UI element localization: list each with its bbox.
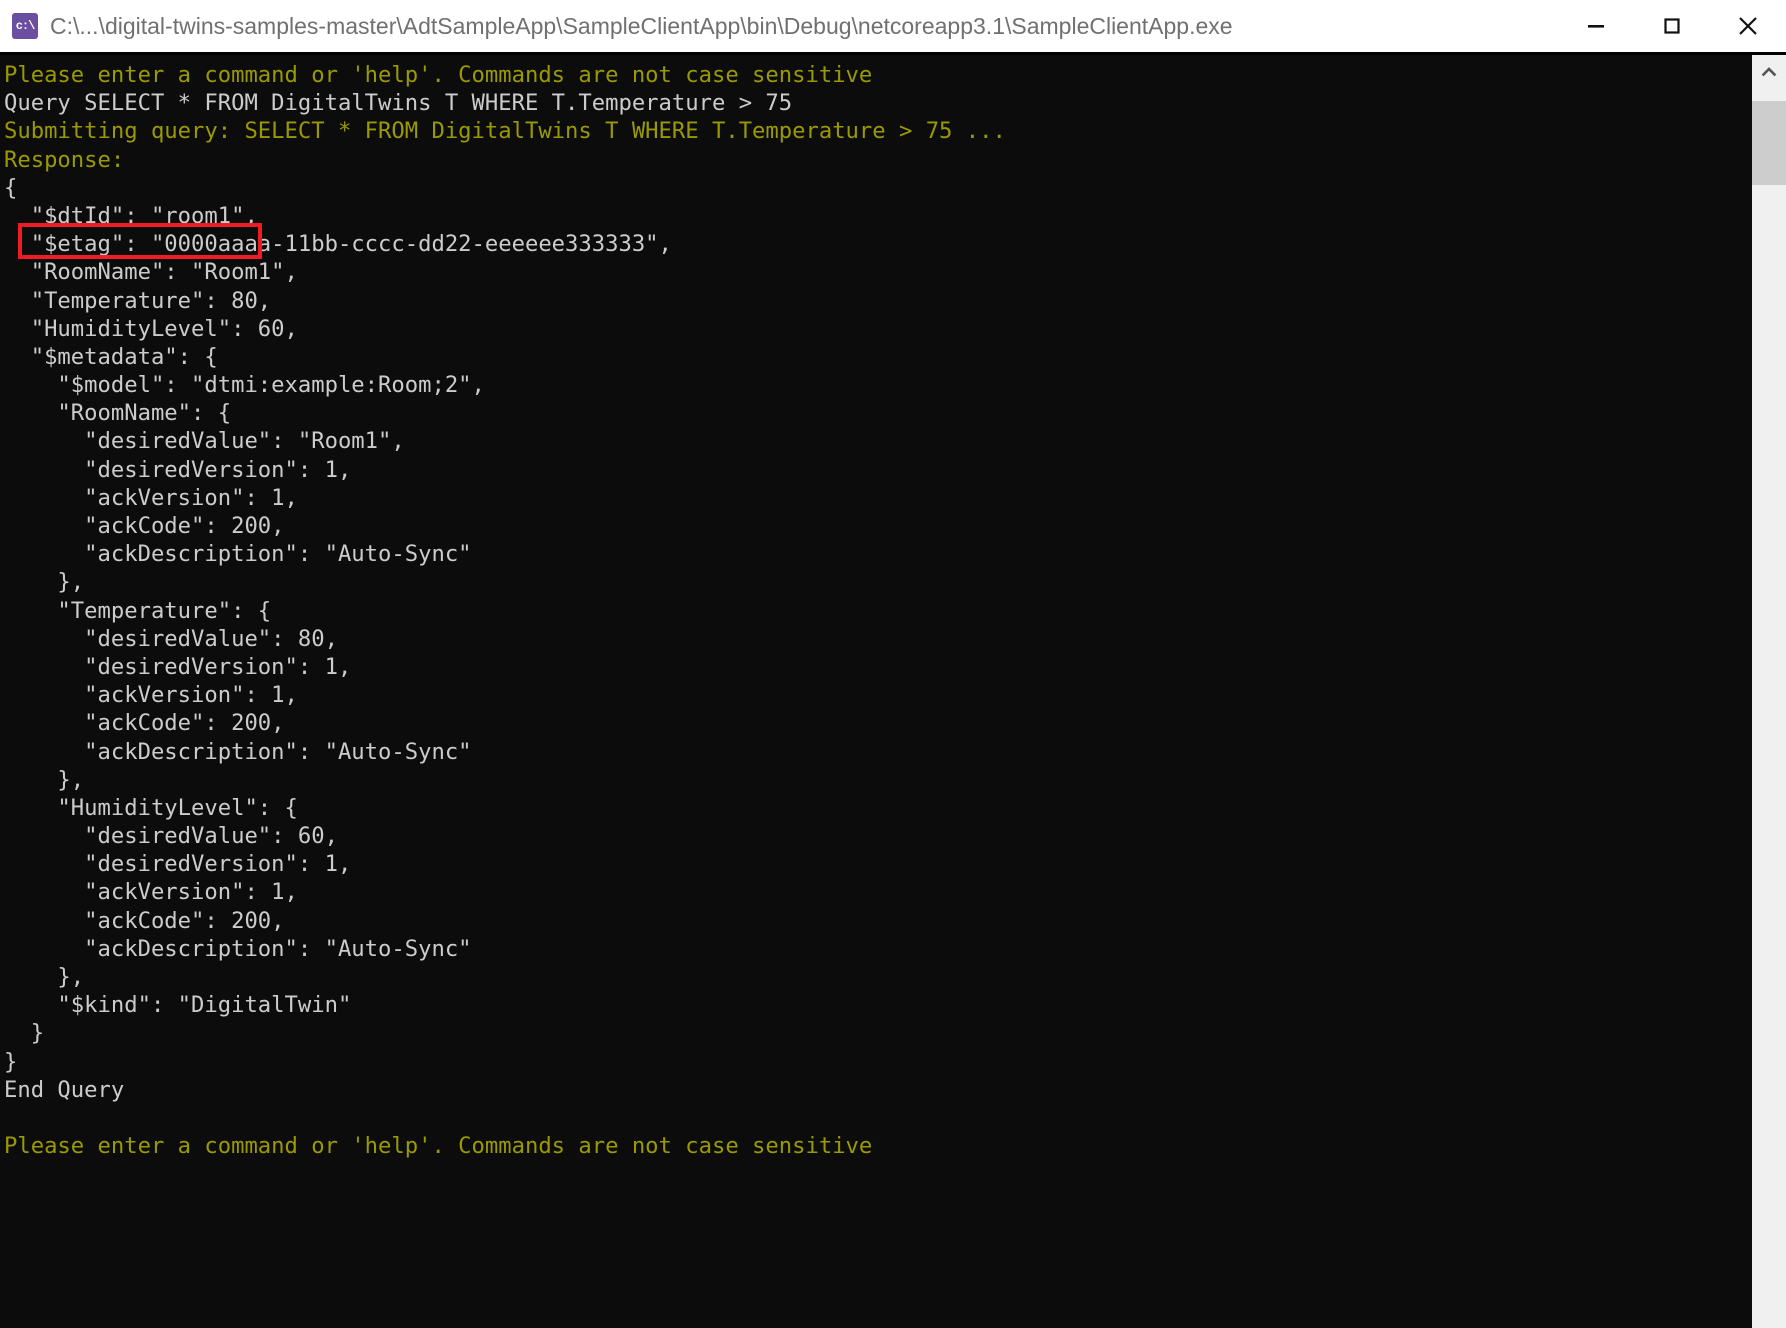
console-line: {	[4, 174, 18, 201]
console-line: "ackCode": 200,	[4, 710, 285, 737]
console-line: },	[4, 964, 85, 990]
console-line: "desiredVersion": 1,	[4, 851, 352, 878]
console-line: },	[4, 766, 85, 793]
console-line: "ackDescription": "Auto-Sync"	[4, 541, 472, 568]
console-line: Please enter a command or 'help'. Comman…	[4, 1133, 873, 1160]
console-line: "desiredValue": 80,	[4, 625, 338, 652]
console-line: "desiredValue": "Room1",	[4, 428, 405, 455]
vertical-scrollbar[interactable]	[1752, 55, 1786, 1328]
console-line: "ackDescription": "Auto-Sync"	[4, 935, 472, 962]
console-line: "ackCode": 200,	[4, 907, 285, 934]
console-line: "$metadata": {	[4, 343, 218, 370]
console-app-icon-label: c:\	[15, 19, 36, 33]
minimize-icon	[1588, 25, 1604, 28]
console-line: "HumidityLevel": 60,	[4, 315, 298, 342]
console-line: Response:	[4, 146, 125, 173]
console-line: "desiredVersion": 1,	[4, 456, 352, 483]
console-text: Please enter a command or 'help'. Comman…	[4, 61, 1752, 1160]
console-line: "HumidityLevel": {	[4, 794, 298, 821]
console-line: "ackVersion": 1,	[4, 879, 298, 906]
terminal-body: Please enter a command or 'help'. Comman…	[0, 52, 1786, 1328]
console-line: "desiredValue": 60,	[4, 823, 338, 850]
console-line: "$model": "dtmi:example:Room;2",	[4, 372, 485, 399]
close-icon	[1739, 17, 1757, 35]
maximize-icon	[1664, 18, 1680, 34]
console-line: "$etag": "0000aaaa-11bb-cccc-dd22-eeeeee…	[4, 231, 672, 258]
console-line: "desiredVersion": 1,	[4, 653, 352, 680]
console-line: Query SELECT * FROM DigitalTwins T WHERE…	[4, 90, 793, 117]
console-line: "ackVersion": 1,	[4, 484, 298, 511]
console-line: "ackCode": 200,	[4, 513, 285, 539]
scroll-up-arrow-icon	[1761, 67, 1777, 77]
scroll-thumb[interactable]	[1752, 101, 1786, 185]
console-line: Please enter a command or 'help'. Comman…	[4, 62, 873, 88]
console-line: "ackDescription": "Auto-Sync"	[4, 738, 472, 765]
console-line: "$dtId": "room1",	[4, 202, 258, 229]
console-line: "ackVersion": 1,	[4, 682, 298, 709]
console-output[interactable]: Please enter a command or 'help'. Comman…	[0, 55, 1752, 1328]
scroll-track[interactable]	[1752, 89, 1786, 1328]
console-line: "Temperature": {	[4, 597, 272, 624]
maximize-button[interactable]	[1634, 0, 1710, 52]
console-line: "RoomName": "Room1",	[4, 259, 298, 286]
console-line: "Temperature": 80,	[4, 287, 272, 314]
console-line: "$kind": "DigitalTwin"	[4, 992, 352, 1019]
close-button[interactable]	[1710, 0, 1786, 52]
window-controls	[1558, 0, 1786, 52]
console-app-icon[interactable]: c:\	[12, 13, 38, 39]
window-title: C:\...\digital-twins-samples-master\AdtS…	[50, 13, 1233, 39]
console-line: },	[4, 569, 85, 596]
console-line: "RoomName": {	[4, 400, 232, 427]
scroll-up-button[interactable]	[1752, 55, 1786, 89]
console-line: Submitting query: SELECT * FROM DigitalT…	[4, 118, 1006, 145]
title-bar[interactable]: c:\ C:\...\digital-twins-samples-master\…	[0, 0, 1786, 52]
minimize-button[interactable]	[1558, 0, 1634, 52]
console-line: }	[4, 1048, 18, 1075]
console-line: End Query	[4, 1076, 125, 1103]
console-line: }	[4, 1020, 45, 1047]
console-window: c:\ C:\...\digital-twins-samples-master\…	[0, 0, 1786, 1328]
